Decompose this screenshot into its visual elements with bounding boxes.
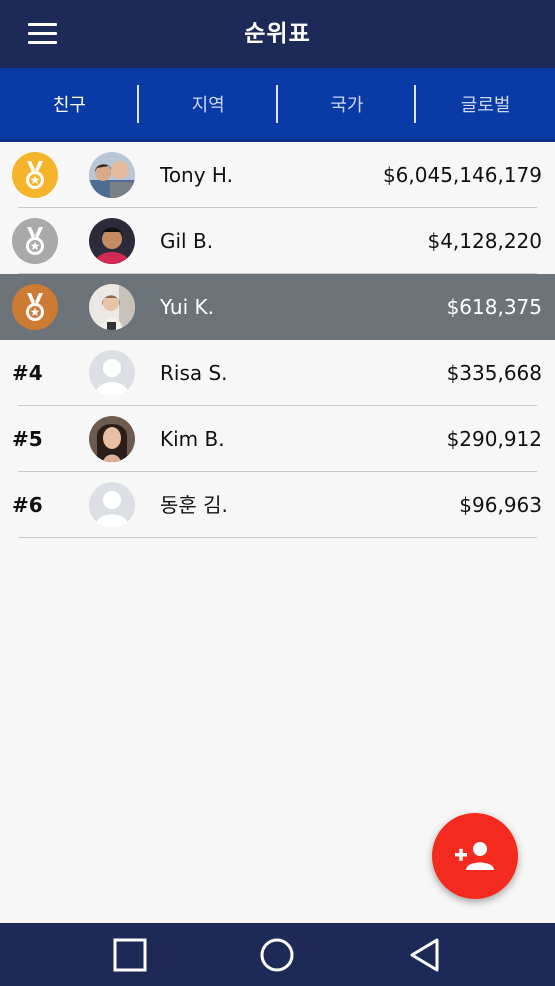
recent-apps-icon[interactable] xyxy=(110,935,150,975)
tab-label: 국가 xyxy=(330,94,364,116)
player-name: Tony H. xyxy=(160,163,233,187)
player-name: Kim B. xyxy=(160,427,225,451)
leaderboard-row[interactable]: #5 Kim B. $290,912 xyxy=(0,406,555,472)
tab-country[interactable]: 국가 xyxy=(278,68,417,139)
gold-medal-icon xyxy=(12,152,58,198)
tab-label: 친구 xyxy=(52,94,86,116)
leaderboard-row[interactable]: #4 Risa S. $335,668 xyxy=(0,340,555,406)
avatar xyxy=(89,284,135,330)
tab-global[interactable]: 글로벌 xyxy=(416,68,555,139)
rank-label: #5 xyxy=(12,427,43,451)
avatar xyxy=(89,416,135,462)
leaderboard-list: Tony H. $6,045,146,179 Gil B. $4,128,220 xyxy=(0,142,555,538)
player-name: Gil B. xyxy=(160,229,214,253)
bronze-medal-icon xyxy=(12,284,58,330)
system-nav-bar xyxy=(0,923,555,986)
tab-label: 지역 xyxy=(191,94,225,116)
back-icon[interactable] xyxy=(405,935,445,975)
row-divider xyxy=(18,537,537,538)
player-score: $335,668 xyxy=(446,361,542,385)
tab-bar: 친구 지역 국가 글로벌 xyxy=(0,68,555,139)
player-score: $6,045,146,179 xyxy=(382,163,542,187)
player-name: Yui K. xyxy=(160,295,214,319)
player-name: Risa S. xyxy=(160,361,228,385)
avatar xyxy=(89,152,135,198)
player-score: $96,963 xyxy=(459,493,542,517)
add-friend-button[interactable] xyxy=(432,813,518,899)
default-avatar-icon xyxy=(89,482,135,528)
player-score: $290,912 xyxy=(446,427,542,451)
tab-label: 글로벌 xyxy=(460,94,511,116)
player-score: $4,128,220 xyxy=(427,229,542,253)
app-bar: 순위표 xyxy=(0,0,555,68)
player-score: $618,375 xyxy=(446,295,542,319)
tab-friends[interactable]: 친구 xyxy=(0,68,139,139)
home-icon[interactable] xyxy=(257,935,297,975)
leaderboard-row[interactable]: #6 동훈 김. $96,963 xyxy=(0,472,555,538)
leaderboard-row[interactable]: Gil B. $4,128,220 xyxy=(0,208,555,274)
rank-label: #4 xyxy=(12,361,43,385)
leaderboard-row[interactable]: Tony H. $6,045,146,179 xyxy=(0,142,555,208)
page-title: 순위표 xyxy=(244,21,311,47)
tab-region[interactable]: 지역 xyxy=(139,68,278,139)
add-person-icon xyxy=(455,842,494,870)
leaderboard-row-current-user[interactable]: Yui K. $618,375 xyxy=(0,274,555,340)
player-name: 동훈 김. xyxy=(160,493,228,517)
silver-medal-icon xyxy=(12,218,58,264)
rank-label: #6 xyxy=(12,493,43,517)
avatar xyxy=(89,218,135,264)
default-avatar-icon xyxy=(89,350,135,396)
